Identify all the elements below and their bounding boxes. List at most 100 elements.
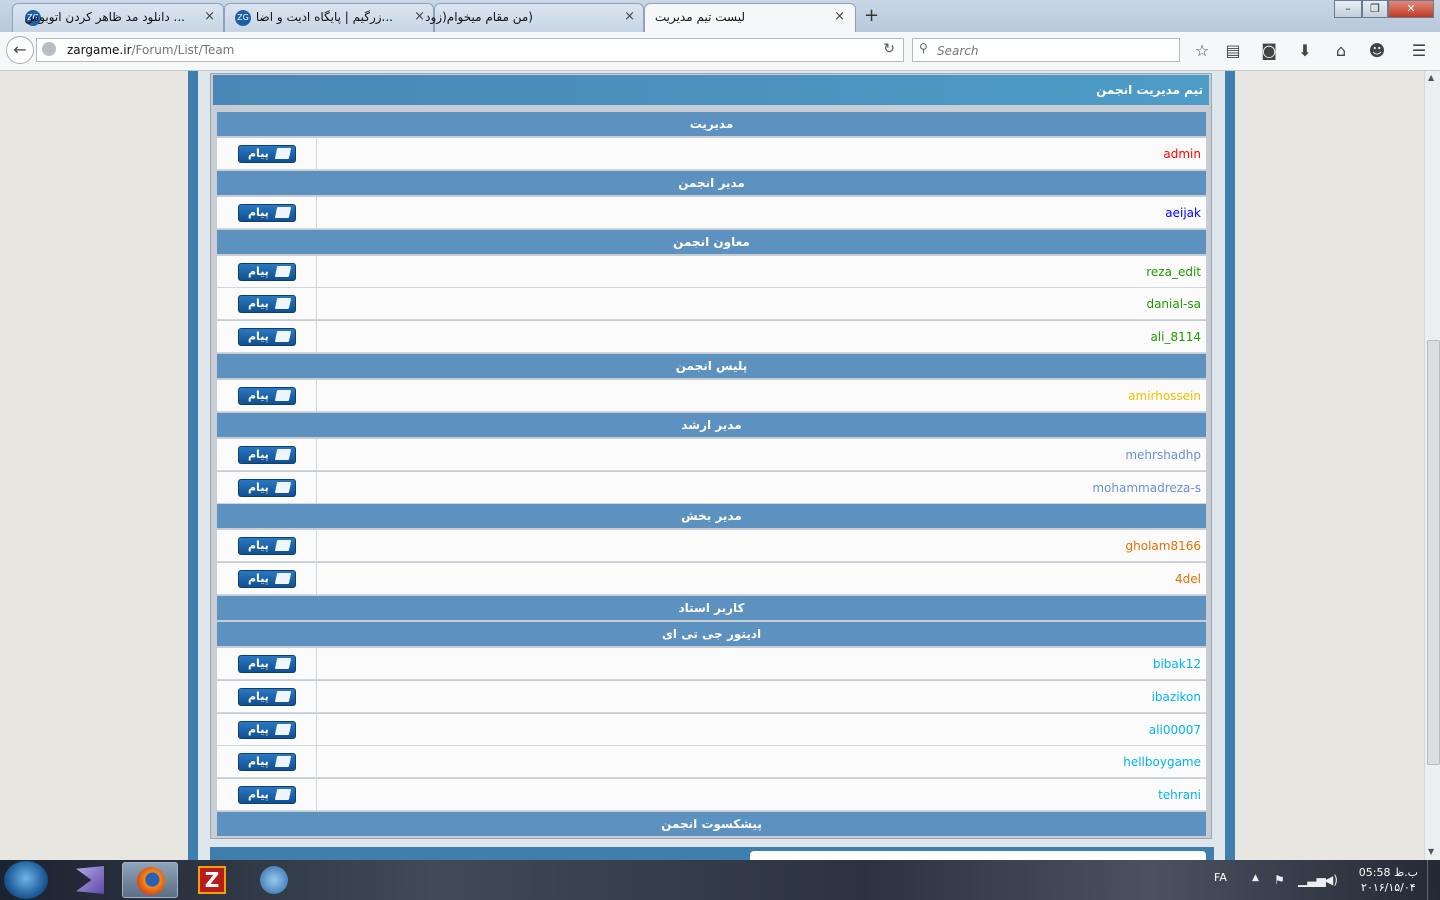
- reading-list-icon[interactable]: ▤: [1222, 41, 1244, 60]
- member-username[interactable]: mohammadreza-s: [1092, 481, 1201, 495]
- reload-icon[interactable]: ↻: [883, 41, 895, 57]
- member-row: پیام tehrani: [217, 779, 1206, 811]
- show-hidden-icons-icon[interactable]: ▲: [1252, 873, 1259, 883]
- send-message-button[interactable]: پیام: [238, 328, 296, 346]
- send-message-button[interactable]: پیام: [238, 295, 296, 313]
- member-username[interactable]: tehrani: [1158, 788, 1201, 802]
- action-cell: پیام: [217, 681, 317, 712]
- message-button-label: پیام: [248, 330, 269, 343]
- message-icon: [274, 540, 292, 551]
- taskbar-network-app[interactable]: [246, 862, 302, 898]
- left-frame-border: [188, 71, 198, 860]
- clock[interactable]: 05:58 ب.ظ ۲۰۱۶/۱۵/۰۴: [1359, 865, 1418, 895]
- close-tab-icon[interactable]: ×: [204, 9, 215, 24]
- send-message-button[interactable]: پیام: [238, 721, 296, 739]
- send-message-button[interactable]: پیام: [238, 204, 296, 222]
- send-message-button[interactable]: پیام: [238, 655, 296, 673]
- member-username[interactable]: gholam8166: [1126, 539, 1201, 553]
- address-bar[interactable]: zargame.ir/Forum/List/Team ↻: [36, 38, 904, 62]
- message-icon: [274, 658, 292, 669]
- vertical-scrollbar[interactable]: ▲ ▼: [1424, 71, 1440, 860]
- new-tab-button[interactable]: +: [864, 5, 879, 26]
- search-box[interactable]: ⚲: [912, 38, 1180, 62]
- send-message-button[interactable]: پیام: [238, 786, 296, 804]
- member-username[interactable]: reza_edit: [1146, 265, 1201, 279]
- tab-2[interactable]: ZG ...زرگیم | پایگاه ادیت و اضا ×: [224, 3, 434, 32]
- site-identity-icon[interactable]: [42, 42, 56, 56]
- taskbar-visual-studio[interactable]: [62, 862, 118, 898]
- next-panel-tab: [750, 851, 1206, 860]
- volume-icon[interactable]: ◀): [1324, 873, 1338, 887]
- scroll-up-icon[interactable]: ▲: [1428, 73, 1434, 82]
- member-username[interactable]: ali_8114: [1150, 330, 1201, 344]
- member-row: پیام gholam8166: [217, 530, 1206, 562]
- message-icon: [274, 449, 292, 460]
- firefox-icon: [137, 867, 165, 895]
- close-tab-icon[interactable]: ×: [624, 9, 635, 24]
- action-cell: پیام: [217, 746, 317, 777]
- chat-icon[interactable]: ☻: [1366, 41, 1388, 60]
- search-input[interactable]: [935, 41, 1169, 61]
- member-username[interactable]: mehrshadhp: [1125, 448, 1201, 462]
- send-message-button[interactable]: پیام: [238, 446, 296, 464]
- maximize-button[interactable]: ❐: [1362, 0, 1388, 18]
- download-icon[interactable]: ⬇: [1294, 41, 1316, 60]
- message-button-label: پیام: [248, 788, 269, 801]
- group-header: مدیر ارشد: [217, 412, 1206, 437]
- member-username[interactable]: 4del: [1175, 572, 1201, 586]
- scrollbar-thumb[interactable]: [1427, 340, 1440, 765]
- member-username[interactable]: ali00007: [1149, 723, 1201, 737]
- back-button[interactable]: ←: [6, 36, 34, 64]
- send-message-button[interactable]: پیام: [238, 753, 296, 771]
- member-username[interactable]: aeijak: [1165, 206, 1201, 220]
- minimize-button[interactable]: –: [1334, 0, 1362, 18]
- message-icon: [274, 390, 292, 401]
- message-button-label: پیام: [248, 690, 269, 703]
- tab-title: لیست تیم مدیریت: [654, 10, 745, 24]
- globe-gear-icon: [260, 866, 288, 894]
- pocket-icon[interactable]: ◙: [1258, 41, 1280, 60]
- action-center-flag-icon[interactable]: ⚑: [1274, 873, 1285, 887]
- send-message-button[interactable]: پیام: [238, 145, 296, 163]
- member-row: پیام danial-sa: [217, 288, 1206, 320]
- send-message-button[interactable]: پیام: [238, 537, 296, 555]
- show-desktop-button[interactable]: [1427, 860, 1440, 900]
- scroll-down-icon[interactable]: ▼: [1428, 847, 1434, 856]
- message-button-label: پیام: [248, 147, 269, 160]
- action-cell: پیام: [217, 472, 317, 503]
- close-tab-icon[interactable]: ×: [414, 9, 425, 24]
- start-button[interactable]: [4, 861, 48, 899]
- action-cell: پیام: [217, 321, 317, 352]
- home-icon[interactable]: ⌂: [1330, 41, 1352, 60]
- tab-1[interactable]: ZG ... دانلود مد ظاهر کردن اتوبوس ×: [12, 3, 224, 32]
- member-username[interactable]: danial-sa: [1146, 297, 1201, 311]
- language-indicator[interactable]: FA: [1214, 871, 1227, 884]
- clock-date: ۲۰۱۶/۱۵/۰۴: [1361, 881, 1416, 894]
- member-username[interactable]: ibazikon: [1152, 690, 1201, 704]
- action-cell: پیام: [217, 779, 317, 810]
- message-button-label: پیام: [248, 481, 269, 494]
- menu-icon[interactable]: ☰: [1408, 41, 1430, 60]
- message-button-label: پیام: [248, 206, 269, 219]
- next-panel-header: [210, 847, 1214, 860]
- send-message-button[interactable]: پیام: [238, 570, 296, 588]
- member-username[interactable]: bibak12: [1153, 657, 1201, 671]
- send-message-button[interactable]: پیام: [238, 479, 296, 497]
- taskbar-filezilla[interactable]: Z: [184, 862, 240, 898]
- send-message-button[interactable]: پیام: [238, 263, 296, 281]
- member-username[interactable]: amirhossein: [1128, 389, 1201, 403]
- navigation-toolbar: ← zargame.ir/Forum/List/Team ↻ ⚲ ☆ ▤ ◙ ⬇…: [0, 32, 1440, 71]
- member-row: پیام amirhossein: [217, 380, 1206, 412]
- bookmark-star-icon[interactable]: ☆: [1191, 41, 1213, 60]
- member-username[interactable]: hellboygame: [1123, 755, 1201, 769]
- tab-3[interactable]: (من مقام میخوام(زود ×: [425, 3, 644, 32]
- send-message-button[interactable]: پیام: [238, 387, 296, 405]
- close-tab-icon[interactable]: ×: [834, 9, 845, 24]
- taskbar-firefox[interactable]: [122, 862, 178, 898]
- action-cell: پیام: [217, 439, 317, 470]
- send-message-button[interactable]: پیام: [238, 688, 296, 706]
- network-signal-icon[interactable]: ▁▃▅: [1298, 873, 1326, 887]
- close-window-button[interactable]: ✕: [1388, 0, 1434, 18]
- member-username[interactable]: admin: [1163, 147, 1201, 161]
- tab-active[interactable]: لیست تیم مدیریت ×: [644, 3, 856, 32]
